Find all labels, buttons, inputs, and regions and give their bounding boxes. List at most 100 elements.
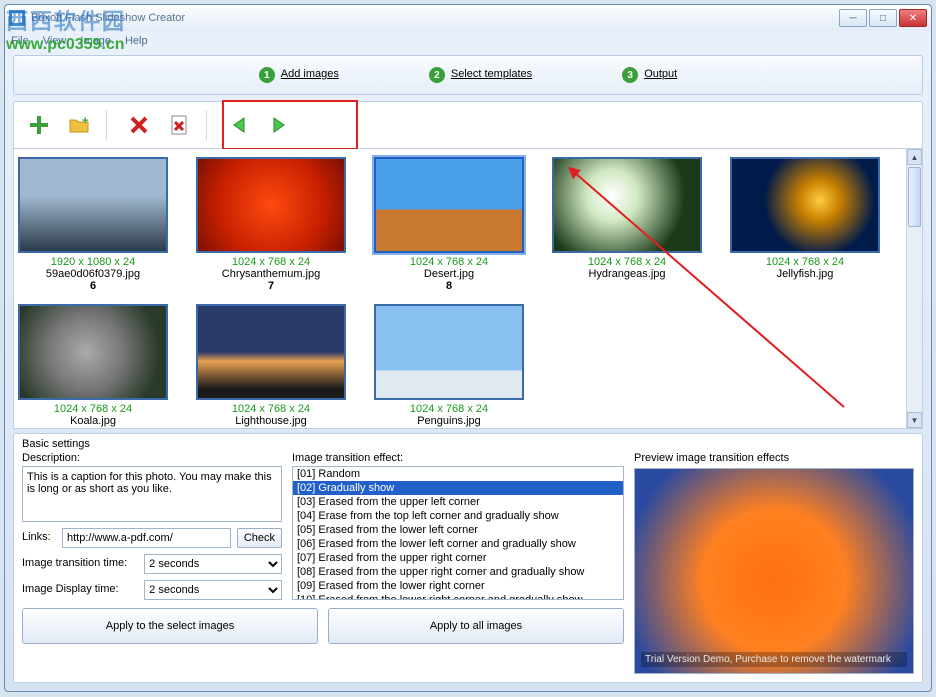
add-image-button[interactable] [22,108,56,142]
settings-title: Basic settings [22,438,914,450]
thumbnail-index: 7 [268,280,274,292]
thumbnail-dimensions: 1920 x 1080 x 24 [51,256,135,268]
apply-to-all-button[interactable]: Apply to all images [328,608,624,644]
scroll-up-button[interactable]: ▲ [907,149,922,165]
thumbnail-filename: Chrysanthemum.jpg [222,268,320,280]
minimize-button[interactable]: ─ [839,9,867,27]
thumbnail-item[interactable]: 1024 x 768 x 24 Penguins.jpg [374,304,524,427]
separator [206,110,212,140]
effect-item[interactable]: [01] Random [293,467,623,481]
description-input[interactable]: This is a caption for this photo. You ma… [22,466,282,522]
effect-item[interactable]: [08] Erased from the upper right corner … [293,565,623,579]
menu-view[interactable]: View [43,35,67,47]
thumbnail-dimensions: 1024 x 768 x 24 [766,256,844,268]
thumbnail-dimensions: 1024 x 768 x 24 [232,256,310,268]
thumbnail-image[interactable] [374,157,524,253]
move-left-button[interactable] [222,108,256,142]
step-3-icon: 3 [622,67,638,83]
delete-button[interactable] [122,108,156,142]
thumbnail-dimensions: 1024 x 768 x 24 [232,403,310,415]
effect-item[interactable]: [09] Erased from the lower right corner [293,579,623,593]
step-2-icon: 2 [429,67,445,83]
image-gallery: 1920 x 1080 x 24 59ae0d06f0379.jpg 6 102… [13,149,923,429]
thumbnail-item[interactable]: 1920 x 1080 x 24 59ae0d06f0379.jpg 6 [18,157,168,292]
thumbnail-filename: Penguins.jpg [417,415,481,427]
move-right-button[interactable] [262,108,296,142]
scroll-thumb[interactable] [908,167,921,227]
links-label: Links: [22,531,56,543]
transition-effect-label: Image transition effect: [292,452,624,464]
svg-text:+: + [82,115,88,127]
transition-time-select[interactable]: 2 seconds [144,554,282,574]
x-icon [129,115,149,135]
menu-file[interactable]: File [11,35,29,47]
app-window: Boxoft Flash Slideshow Creator ─ □ ✕ Fil… [4,4,932,692]
check-button[interactable]: Check [237,528,282,548]
page-x-icon [168,114,190,136]
display-time-label: Image Display time: [22,583,138,595]
gallery-viewport[interactable]: 1920 x 1080 x 24 59ae0d06f0379.jpg 6 102… [14,149,906,428]
arrow-right-icon [268,114,290,136]
transition-effect-listbox[interactable]: [01] Random[02] Gradually show[03] Erase… [292,466,624,600]
thumbnail-index: 6 [90,280,96,292]
close-button[interactable]: ✕ [899,9,927,27]
thumbnail-image[interactable] [552,157,702,253]
thumbnail-image[interactable] [196,157,346,253]
step-add-images[interactable]: 1Add images [259,67,339,83]
thumbnail-dimensions: 1024 x 768 x 24 [410,403,488,415]
thumbnail-filename: 59ae0d06f0379.jpg [46,268,140,280]
titlebar[interactable]: Boxoft Flash Slideshow Creator ─ □ ✕ [5,5,931,31]
thumbnail-filename: Desert.jpg [424,268,474,280]
thumbnail-dimensions: 1024 x 768 x 24 [588,256,666,268]
steps-bar: 1Add images 2Select templates 3Output [13,55,923,95]
effect-item[interactable]: [04] Erase from the top left corner and … [293,509,623,523]
thumbnail-item[interactable]: 1024 x 768 x 24 Jellyfish.jpg [730,157,880,292]
transition-time-label: Image transition time: [22,557,138,569]
display-time-select[interactable]: 2 seconds [144,580,282,600]
apply-to-selected-button[interactable]: Apply to the select images [22,608,318,644]
folder-plus-icon: + [68,114,90,136]
maximize-button[interactable]: □ [869,9,897,27]
delete-all-button[interactable] [162,108,196,142]
effect-item[interactable]: [05] Erased from the lower left corner [293,523,623,537]
thumbnail-item[interactable]: 1024 x 768 x 24 Desert.jpg 8 [374,157,524,292]
thumbnail-image[interactable] [374,304,524,400]
menu-help[interactable]: Help [125,35,148,47]
thumbnail-item[interactable]: 1024 x 768 x 24 Koala.jpg [18,304,168,427]
preview-caption: Trial Version Demo, Purchase to remove t… [641,652,907,667]
description-label: Description: [22,452,282,464]
effect-item[interactable]: [06] Erased from the lower left corner a… [293,537,623,551]
menu-image[interactable]: Image [80,35,111,47]
scroll-track[interactable] [907,165,922,412]
toolbar: + [13,101,923,149]
thumbnail-item[interactable]: 1024 x 768 x 24 Lighthouse.jpg [196,304,346,427]
effect-item[interactable]: [07] Erased from the upper right corner [293,551,623,565]
arrow-left-icon [228,114,250,136]
effect-item[interactable]: [02] Gradually show [293,481,623,495]
thumbnail-filename: Hydrangeas.jpg [588,268,665,280]
separator [106,110,112,140]
thumbnail-image[interactable] [730,157,880,253]
window-title: Boxoft Flash Slideshow Creator [31,12,839,24]
preview-label: Preview image transition effects [634,452,914,464]
thumbnail-index: 8 [446,280,452,292]
thumbnail-image[interactable] [196,304,346,400]
gallery-scrollbar[interactable]: ▲ ▼ [906,149,922,428]
thumbnail-filename: Jellyfish.jpg [777,268,834,280]
step-output[interactable]: 3Output [622,67,677,83]
thumbnail-image[interactable] [18,157,168,253]
scroll-down-button[interactable]: ▼ [907,412,922,428]
add-folder-button[interactable]: + [62,108,96,142]
preview-image: Trial Version Demo, Purchase to remove t… [634,468,914,674]
thumbnail-filename: Koala.jpg [70,415,116,427]
thumbnail-item[interactable]: 1024 x 768 x 24 Chrysanthemum.jpg 7 [196,157,346,292]
effect-item[interactable]: [10] Erased from the lower right corner … [293,593,623,600]
app-icon [9,10,25,26]
effect-item[interactable]: [03] Erased from the upper left corner [293,495,623,509]
menubar: File View Image Help [5,31,931,51]
thumbnail-item[interactable]: 1024 x 768 x 24 Hydrangeas.jpg [552,157,702,292]
step-select-templates[interactable]: 2Select templates [429,67,532,83]
thumbnail-image[interactable] [18,304,168,400]
thumbnail-filename: Lighthouse.jpg [235,415,307,427]
links-input[interactable] [62,528,231,548]
